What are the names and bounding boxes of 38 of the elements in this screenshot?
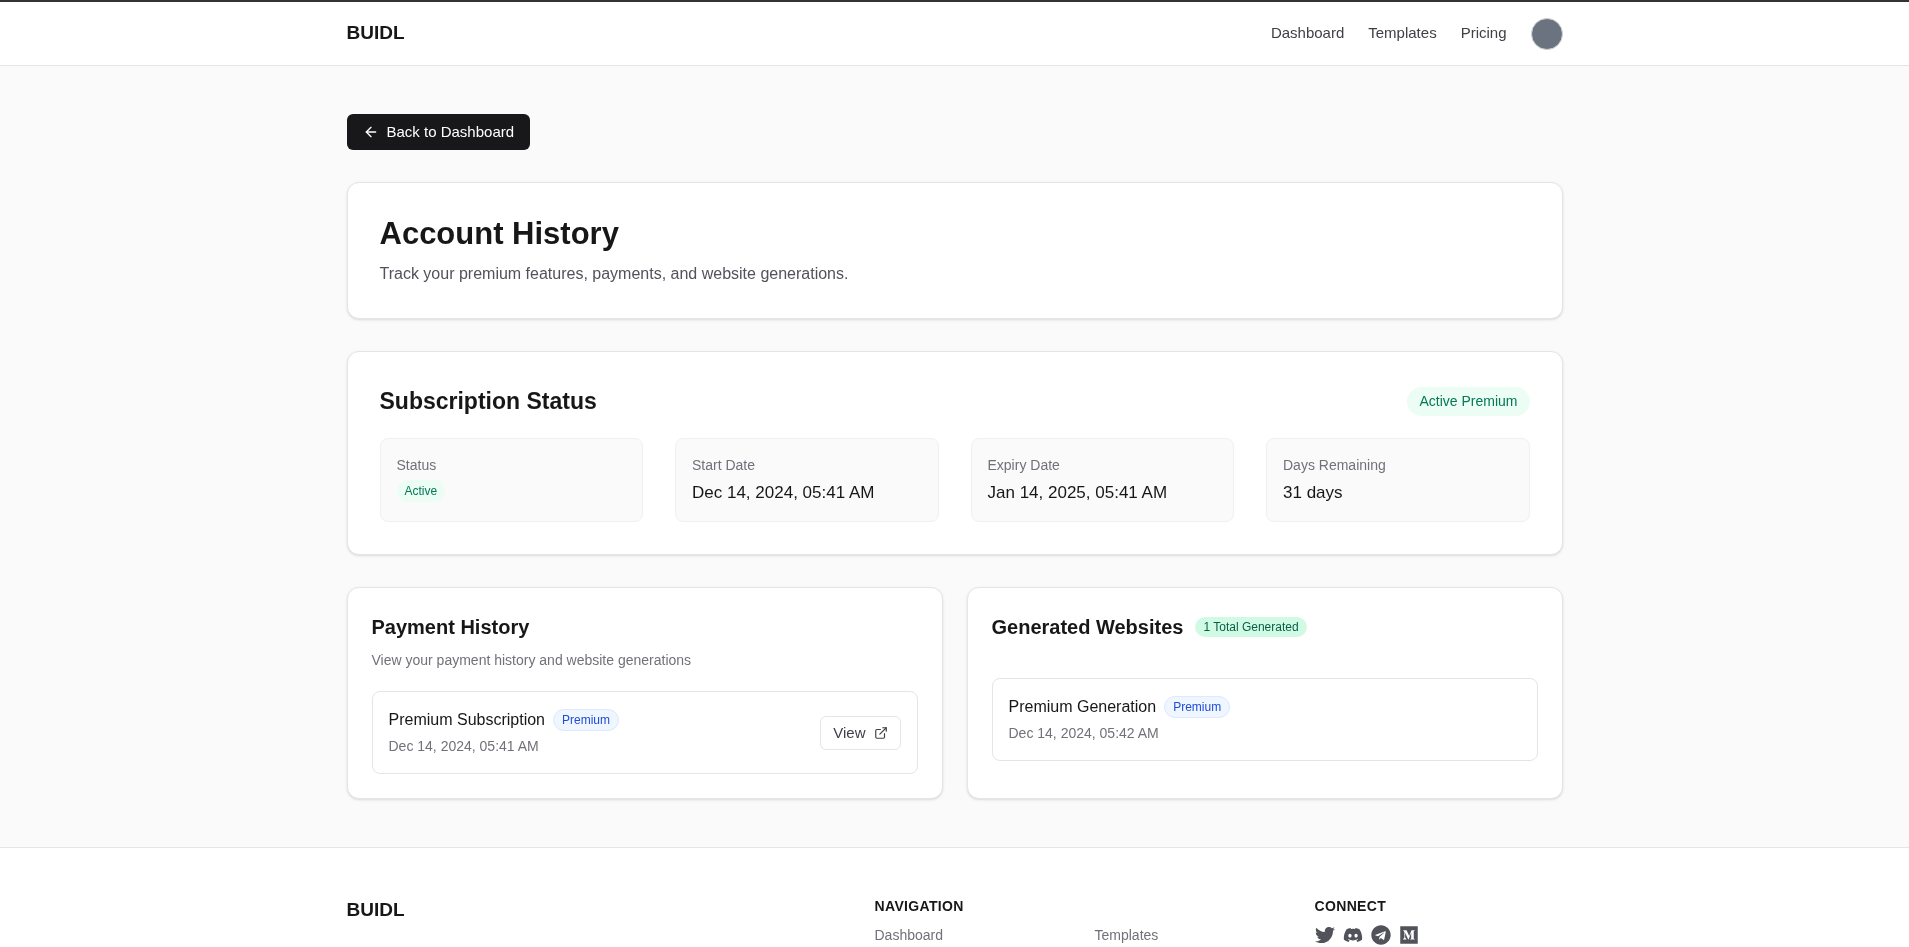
section-title: Payment History <box>371 615 531 641</box>
stat-label: Days Remaining <box>1283 456 1387 476</box>
footer-link[interactable]: Templates <box>1094 925 1315 947</box>
bird-icon[interactable] <box>1314 925 1335 946</box>
item-date: Dec 14, 2024, 05:42 AM <box>1008 724 1160 744</box>
count-badge: 1 Total Generated <box>1195 617 1307 638</box>
footer-heading: CONNECT <box>1314 897 1388 917</box>
letter-m-icon[interactable] <box>1398 925 1419 946</box>
status-badge: Active Premium <box>1407 386 1530 416</box>
stat-label: Start Date <box>692 456 757 476</box>
item-date: Dec 14, 2024, 05:41 AM <box>388 737 540 757</box>
page-title: Account History <box>379 215 620 253</box>
stat-value: Dec 14, 2024, 05:41 AM <box>692 482 876 505</box>
stat-value: 31 days <box>1283 482 1344 505</box>
stat-value: Jan 14, 2025, 05:41 AM <box>987 482 1169 505</box>
premium-tag: Premium <box>553 709 619 732</box>
paper-plane-icon[interactable] <box>1370 925 1391 946</box>
stat-label: Status <box>396 456 438 476</box>
nav-link[interactable]: Dashboard <box>1270 22 1345 45</box>
view-button[interactable]: View <box>820 715 901 750</box>
section-subtitle: View your payment history and website generations <box>371 651 693 671</box>
footer-link[interactable]: Dashboard <box>874 925 1095 947</box>
active-badge: Active <box>396 480 446 503</box>
nav-link[interactable]: Pricing <box>1460 22 1507 45</box>
stat-label: Expiry Date <box>987 456 1061 476</box>
avatar[interactable] <box>1530 17 1563 50</box>
page-subtitle: Track your premium features, payments, and website generations. <box>379 263 850 284</box>
footer-heading: NAVIGATION <box>874 897 965 917</box>
footer-logo: BUIDL <box>346 898 406 923</box>
item-title: Premium Subscription <box>388 710 545 731</box>
section-title: Generated Websites <box>991 615 1184 641</box>
external-link-icon <box>873 725 888 740</box>
section-title: Subscription Status <box>379 386 597 416</box>
back-button[interactable]: Back to Dashboard <box>346 114 531 150</box>
premium-tag: Premium <box>1164 696 1231 719</box>
nav-link[interactable]: Templates <box>1368 22 1437 45</box>
logo: BUIDL <box>346 21 405 46</box>
item-title: Premium Generation <box>1008 697 1157 718</box>
